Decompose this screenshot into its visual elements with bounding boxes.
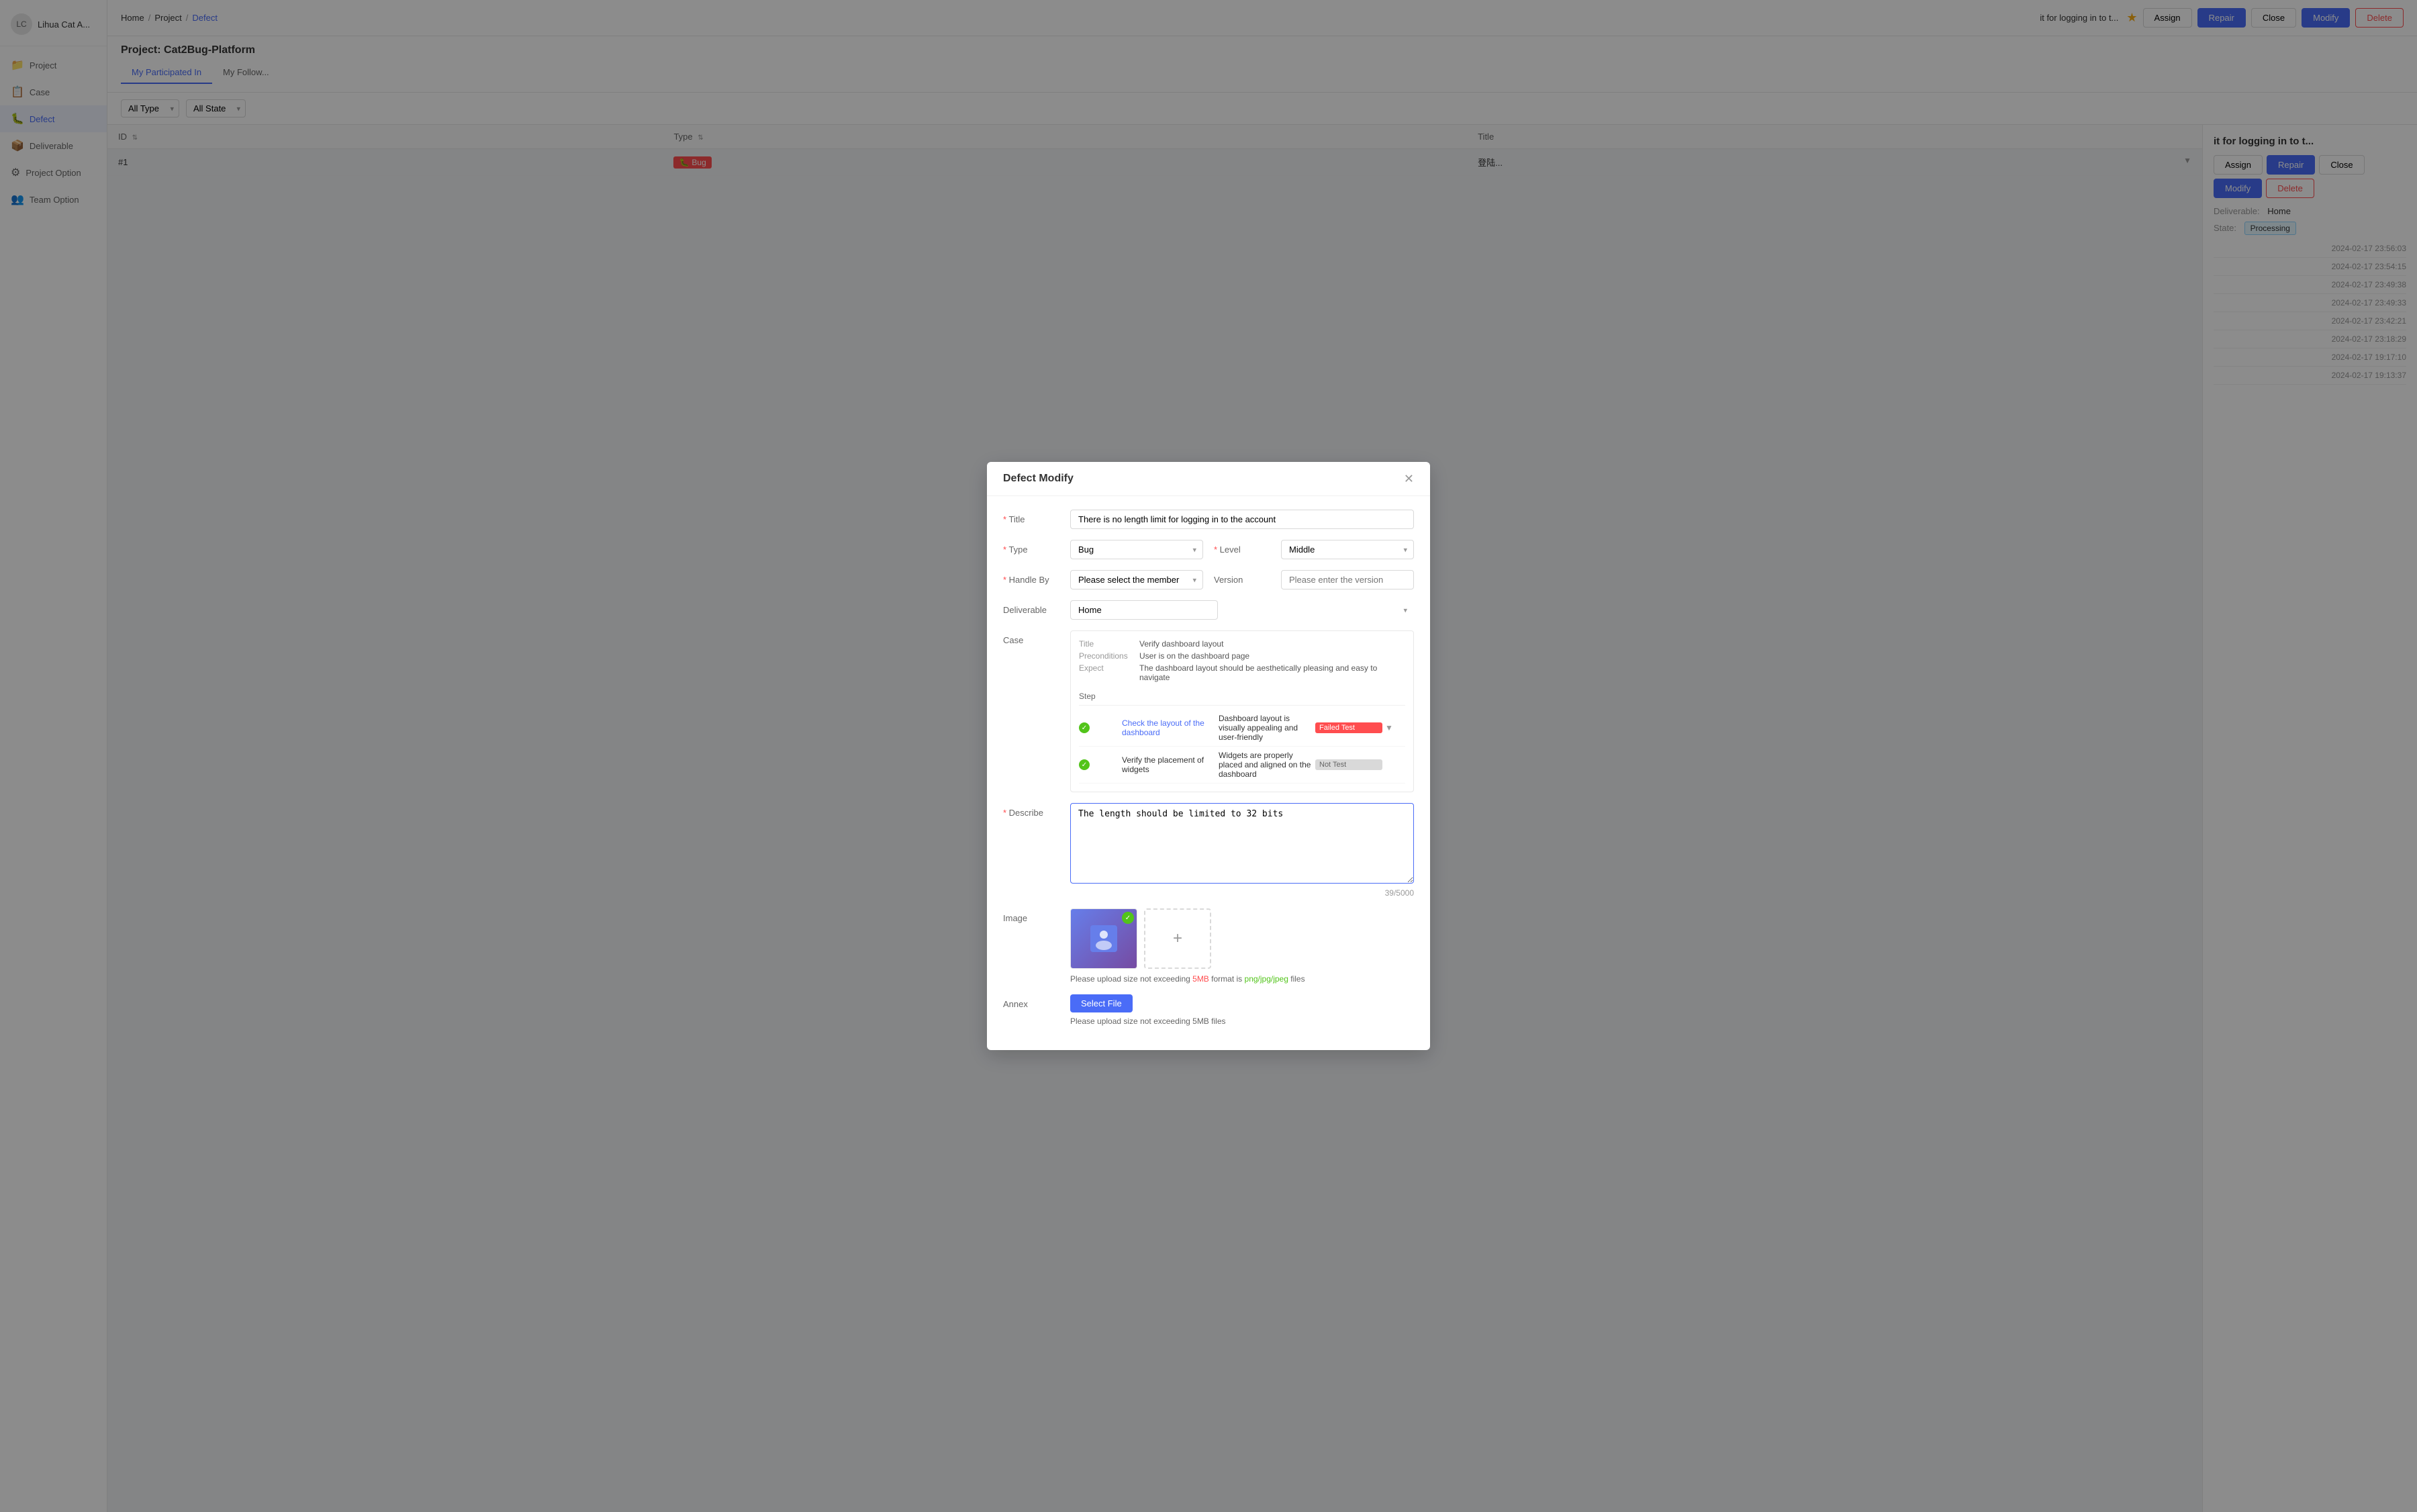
image-upload-row: ✓ + (1070, 908, 1414, 969)
image-check-icon: ✓ (1122, 912, 1134, 924)
steps-container: Step ✓ Check the layout of the dashboard (1079, 688, 1405, 784)
form-row-level: Level Middle (1214, 540, 1414, 559)
version-input[interactable] (1281, 570, 1414, 589)
image-thumbnail[interactable]: ✓ (1070, 908, 1137, 969)
deliverable-select[interactable]: Home (1070, 600, 1218, 620)
form-row-title: Title (1003, 510, 1414, 529)
step-status-2: Not Test (1315, 759, 1382, 770)
step-num-1: ✓ (1079, 722, 1119, 734)
case-meta-title-row: Title Verify dashboard layout (1079, 639, 1405, 649)
type-select[interactable]: Bug (1070, 540, 1203, 559)
format-value: png/jpg/jpeg (1245, 974, 1288, 984)
step-col-expand (1385, 692, 1405, 701)
form-row-type: Type Bug (1003, 540, 1203, 559)
modal-close-button[interactable]: ✕ (1404, 473, 1414, 485)
case-expect-value: The dashboard layout should be aesthetic… (1139, 663, 1405, 682)
step-expand-1[interactable]: ▼ (1385, 723, 1405, 733)
step-row-1: ✓ Check the layout of the dashboard Dash… (1079, 710, 1405, 747)
title-label: Title (1003, 510, 1070, 524)
describe-textarea[interactable]: The length should be limited to 32 bits (1070, 803, 1414, 884)
form-row-deliverable: Deliverable Home (1003, 600, 1414, 620)
form-row-handleby: Handle By Please select the member (1003, 570, 1203, 589)
size-limit: 5MB (1192, 974, 1209, 984)
form-row-type-level: Type Bug Level Middle (1003, 540, 1414, 559)
describe-label: Describe (1003, 803, 1070, 818)
image-control: ✓ + Please upload size not exceeding 5MB… (1070, 908, 1414, 984)
handleby-control: Please select the member (1070, 570, 1203, 589)
version-control (1281, 570, 1414, 589)
step-col-status (1318, 692, 1385, 701)
modal-overlay[interactable]: Defect Modify ✕ Title Type Bug (0, 0, 2417, 1512)
step-row-2: ✓ Verify the placement of widgets Widget… (1079, 747, 1405, 784)
preview-svg (1090, 925, 1117, 952)
step-status-1: Failed Test (1315, 722, 1382, 733)
image-add-button[interactable]: + (1144, 908, 1211, 969)
upload-hint: Please upload size not exceeding 5MB for… (1070, 974, 1414, 984)
step-col-action (1119, 692, 1219, 701)
describe-control: The length should be limited to 32 bits … (1070, 803, 1414, 898)
case-title-label: Title (1079, 639, 1139, 649)
select-file-button[interactable]: Select File (1070, 994, 1133, 1012)
image-label: Image (1003, 908, 1070, 923)
level-label: Level (1214, 540, 1281, 555)
step-action-1: Check the layout of the dashboard (1122, 718, 1216, 737)
annex-hint: Please upload size not exceeding 5MB fil… (1070, 1017, 1414, 1026)
step-action-2: Verify the placement of widgets (1122, 755, 1216, 774)
step-result-1: Dashboard layout is visually appealing a… (1219, 714, 1313, 742)
level-select[interactable]: Middle (1281, 540, 1414, 559)
type-label: Type (1003, 540, 1070, 555)
case-meta-expect-row: Expect The dashboard layout should be ae… (1079, 663, 1405, 682)
annex-size-limit: 5MB (1192, 1017, 1209, 1026)
steps-header: Step (1079, 688, 1405, 706)
step-col-result (1219, 692, 1318, 701)
form-row-case: Case Title Verify dashboard layout Preco… (1003, 630, 1414, 792)
level-control: Middle (1281, 540, 1414, 559)
modal-body: Title Type Bug Level (987, 496, 1430, 1050)
step-col-label: Step (1079, 692, 1119, 701)
case-form-label: Case (1003, 630, 1070, 645)
step-num-2: ✓ (1079, 759, 1119, 771)
version-label: Version (1214, 570, 1281, 585)
case-expect-label: Expect (1079, 663, 1139, 682)
case-block: Title Verify dashboard layout Preconditi… (1070, 630, 1414, 792)
form-row-version: Version (1214, 570, 1414, 589)
case-meta: Title Verify dashboard layout Preconditi… (1079, 639, 1405, 682)
form-row-annex: Annex Select File Please upload size not… (1003, 994, 1414, 1026)
form-row-describe: Describe The length should be limited to… (1003, 803, 1414, 898)
describe-counter: 39/5000 (1070, 888, 1414, 898)
step-check-2: ✓ (1079, 759, 1090, 770)
deliverable-control: Home (1070, 600, 1414, 620)
deliverable-form-label: Deliverable (1003, 600, 1070, 615)
case-pre-value: User is on the dashboard page (1139, 651, 1249, 661)
title-input[interactable] (1070, 510, 1414, 529)
case-pre-label: Preconditions (1079, 651, 1139, 661)
handle-by-label: Handle By (1003, 570, 1070, 585)
modal-title: Defect Modify (1003, 473, 1074, 485)
case-meta-pre-row: Preconditions User is on the dashboard p… (1079, 651, 1405, 661)
annex-control: Select File Please upload size not excee… (1070, 994, 1414, 1026)
modal-header: Defect Modify ✕ (987, 462, 1430, 496)
annex-label: Annex (1003, 994, 1070, 1009)
type-control: Bug (1070, 540, 1203, 559)
title-control (1070, 510, 1414, 529)
form-row-image: Image ✓ (1003, 908, 1414, 984)
handleby-select[interactable]: Please select the member (1070, 570, 1203, 589)
step-result-2: Widgets are properly placed and aligned … (1219, 751, 1313, 779)
step-check-1: ✓ (1079, 722, 1090, 733)
form-row-handle-version: Handle By Please select the member Versi… (1003, 570, 1414, 589)
case-title-value: Verify dashboard layout (1139, 639, 1223, 649)
defect-modify-modal: Defect Modify ✕ Title Type Bug (987, 462, 1430, 1050)
